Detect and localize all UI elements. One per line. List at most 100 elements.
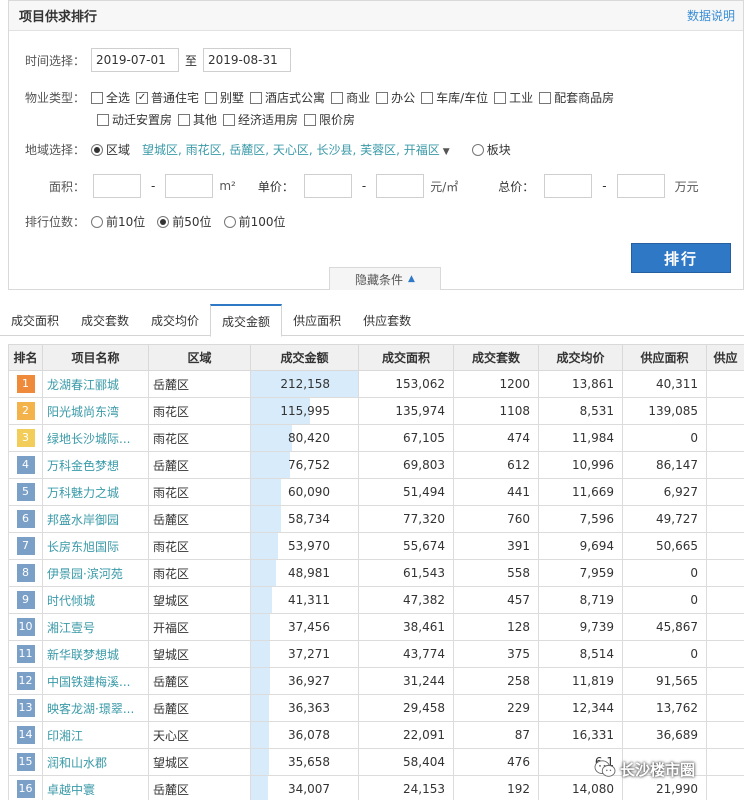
property-type-checkbox[interactable]: 车库/车位 bbox=[421, 89, 488, 106]
price-max-input[interactable] bbox=[376, 174, 425, 198]
table-row: 1 龙湖春江郦城 岳麓区 212,158 153,062 1200 13,861 40,311 bbox=[8, 370, 744, 398]
property-type-checkbox[interactable]: 工业 bbox=[494, 89, 533, 106]
district-cell: 雨花区 bbox=[148, 397, 251, 425]
amount-cell: 80,420 bbox=[250, 424, 359, 452]
district-cell: 岳麓区 bbox=[148, 505, 251, 533]
property-type-checkbox[interactable]: 酒店式公寓 bbox=[250, 89, 325, 106]
project-name-link[interactable]: 润和山水郡 bbox=[42, 748, 149, 776]
data-help-link[interactable]: 数据说明 bbox=[687, 7, 735, 24]
rank-button[interactable]: 排行 bbox=[631, 243, 731, 273]
amount-cell: 36,078 bbox=[250, 721, 359, 749]
area-min-input[interactable] bbox=[93, 174, 141, 198]
radio-selected-icon bbox=[91, 143, 103, 156]
column-header: 成交面积 bbox=[358, 344, 454, 371]
property-type-checkbox[interactable]: 其他 bbox=[178, 111, 217, 128]
property-type-checkbox[interactable]: 办公 bbox=[376, 89, 415, 106]
project-name-link[interactable]: 绿地长沙城际... bbox=[42, 424, 149, 452]
avg-price-cell: 8,514 bbox=[538, 640, 623, 668]
district-cell: 雨花区 bbox=[148, 559, 251, 587]
region-area-radio[interactable]: 区域 bbox=[91, 141, 130, 158]
total-max-input[interactable] bbox=[616, 174, 665, 198]
date-from-input[interactable] bbox=[91, 48, 179, 72]
supply-area-cell: 40,311 bbox=[622, 370, 707, 398]
checkbox-unchecked-icon bbox=[539, 91, 552, 104]
property-type-option-label: 工业 bbox=[509, 91, 534, 105]
amount-value: 58,734 bbox=[288, 512, 330, 526]
project-name-link[interactable]: 印湘江 bbox=[42, 721, 149, 749]
table-body: 1 龙湖春江郦城 岳麓区 212,158 153,062 1200 13,861 40,311… bbox=[8, 370, 744, 800]
property-type-checkbox[interactable]: 商业 bbox=[331, 89, 370, 106]
tab-1[interactable]: 成交面积 bbox=[0, 304, 70, 336]
region-dropdown[interactable]: 望城区, 雨花区, 岳麓区, 天心区, 长沙县, 芙蓉区, 开福区 ▼ bbox=[142, 141, 450, 158]
date-to-input[interactable] bbox=[203, 48, 292, 72]
property-type-checkbox[interactable]: 限价房 bbox=[304, 111, 355, 128]
amount-value: 48,981 bbox=[288, 566, 330, 580]
tab-6[interactable]: 供应套数 bbox=[352, 304, 422, 336]
area-max-input[interactable] bbox=[165, 174, 214, 198]
project-name-link[interactable]: 卓越中寰 bbox=[42, 775, 149, 800]
property-type-checkbox[interactable]: ✓ 普通住宅 bbox=[136, 89, 199, 106]
project-name-link[interactable]: 万科金色梦想 bbox=[42, 451, 149, 479]
area-dash: - bbox=[151, 179, 156, 193]
rank-cell: 7 bbox=[8, 532, 43, 560]
tab-3[interactable]: 成交均价 bbox=[140, 304, 210, 336]
tab-4[interactable]: 成交金额 bbox=[210, 304, 283, 337]
deal-units-cell: 474 bbox=[453, 424, 539, 452]
project-name-link[interactable]: 中国铁建梅溪... bbox=[42, 667, 149, 695]
total-min-input[interactable] bbox=[544, 174, 593, 198]
district-cell: 岳麓区 bbox=[148, 370, 251, 398]
column-header: 成交均价 bbox=[538, 344, 623, 371]
radio-unselected-icon bbox=[91, 215, 103, 228]
region-block-radio[interactable]: 板块 bbox=[471, 141, 511, 158]
property-type-checkbox[interactable]: 经济适用房 bbox=[223, 111, 298, 128]
region-label: 地域选择： bbox=[24, 143, 85, 157]
property-type-checkbox[interactable]: 动迁安置房 bbox=[97, 111, 172, 128]
project-name-link[interactable]: 邦盛水岸御园 bbox=[42, 505, 149, 533]
amount-cell: 76,752 bbox=[250, 451, 359, 479]
project-name-link[interactable]: 伊景园·滨河苑 bbox=[42, 559, 149, 587]
price-min-input[interactable] bbox=[303, 174, 352, 198]
deal-units-cell: 128 bbox=[453, 613, 539, 641]
panel-title: 项目供求排行 bbox=[19, 10, 98, 25]
region-dropdown-value: 望城区, 雨花区, 岳麓区, 天心区, 长沙县, 芙蓉区, 开福区 bbox=[142, 143, 440, 157]
project-name-link[interactable]: 湘江壹号 bbox=[42, 613, 149, 641]
ranking-option-radio[interactable]: 前10位 bbox=[91, 213, 145, 230]
tab-2[interactable]: 成交套数 bbox=[70, 304, 140, 336]
project-name-link[interactable]: 长房东旭国际 bbox=[42, 532, 149, 560]
table-row: 3 绿地长沙城际... 雨花区 80,420 67,105 474 11,984 0 bbox=[8, 424, 744, 452]
property-type-option-label: 办公 bbox=[391, 91, 416, 105]
avg-price-cell: 11,984 bbox=[538, 424, 623, 452]
table-row: 6 邦盛水岸御园 岳麓区 58,734 77,320 760 7,596 49,727 bbox=[8, 505, 744, 533]
tab-5[interactable]: 供应面积 bbox=[282, 304, 352, 336]
deal-area-cell: 77,320 bbox=[358, 505, 454, 533]
property-type-checkbox[interactable]: 配套商品房 bbox=[539, 89, 614, 106]
checkbox-unchecked-icon bbox=[376, 91, 389, 104]
project-name-link[interactable]: 万科魅力之城 bbox=[42, 478, 149, 506]
amount-value: 35,658 bbox=[288, 755, 330, 769]
project-name-link[interactable]: 龙湖春江郦城 bbox=[42, 370, 149, 398]
supply-area-cell: 49,727 bbox=[622, 505, 707, 533]
project-name-link[interactable]: 阳光城尚东湾 bbox=[42, 397, 149, 425]
project-name-link[interactable]: 映客龙湖·璟翠... bbox=[42, 694, 149, 722]
hide-conditions-toggle[interactable]: 隐藏条件 ▲ bbox=[329, 267, 441, 290]
property-type-option-label: 经济适用房 bbox=[238, 113, 299, 127]
rank-cell: 9 bbox=[8, 586, 43, 614]
property-type-option-label: 酒店式公寓 bbox=[265, 91, 326, 105]
region-block-label: 板块 bbox=[486, 143, 511, 157]
property-type-row-1: 物业类型： 全选 ✓ 普通住宅 别墅 酒店式公寓 商业 办公 车库/车位 工业 配套商品房 bbox=[9, 89, 620, 106]
property-type-checkbox[interactable]: 全选 bbox=[91, 89, 130, 106]
amount-cell: 36,927 bbox=[250, 667, 359, 695]
ranking-label: 排行位数： bbox=[24, 215, 85, 229]
avg-price-cell: 11,669 bbox=[538, 478, 623, 506]
ranking-option-radio[interactable]: 前50位 bbox=[157, 213, 212, 230]
ranking-option-radio[interactable]: 前100位 bbox=[223, 213, 285, 230]
property-type-option-label: 动迁安置房 bbox=[112, 113, 173, 127]
truncated-cell bbox=[706, 667, 744, 695]
checkbox-unchecked-icon bbox=[331, 91, 344, 104]
property-type-checkbox[interactable]: 别墅 bbox=[205, 89, 244, 106]
project-name-link[interactable]: 新华联梦想城 bbox=[42, 640, 149, 668]
truncated-cell bbox=[706, 613, 744, 641]
total-filter-label: 总价： bbox=[498, 179, 535, 194]
range-filter-row: 面积： - m² 单价： - 元/㎡ 总价： - 万元 bbox=[9, 174, 699, 198]
project-name-link[interactable]: 时代倾城 bbox=[42, 586, 149, 614]
